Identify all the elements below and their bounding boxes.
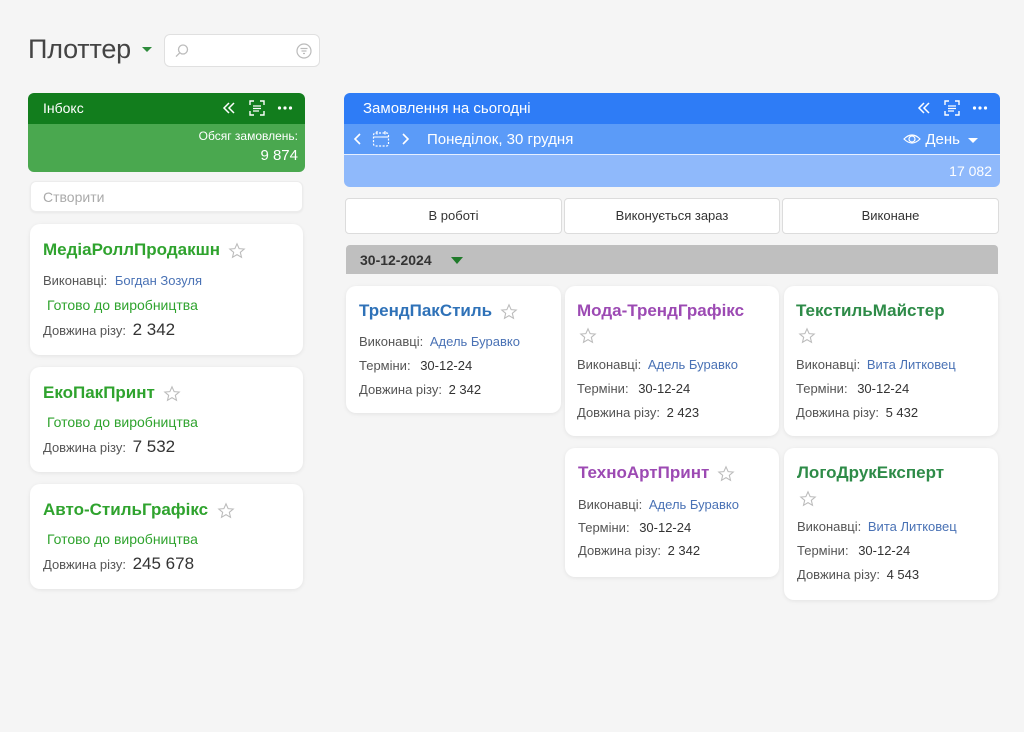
tab-in-progress[interactable]: В роботі [345,198,562,234]
card-title: ЛогоДрукЕксперт [797,463,945,482]
chevron-down-icon[interactable] [451,257,463,264]
date-group-header[interactable]: 30-12-2024 [346,245,998,274]
orders-total: 17 082 [949,163,992,179]
terms-value: 30-12-24 [638,381,691,396]
length-value: 2 342 [132,320,176,339]
star-icon[interactable] [798,327,816,345]
star-icon[interactable] [217,502,235,520]
star-icon[interactable] [799,490,817,508]
length-value: 5 432 [885,405,919,420]
filter-icon[interactable] [296,43,312,59]
inbox-card[interactable]: Авто-СтильГрафікс Готово до виробництва … [30,484,303,589]
card-title: Авто-СтильГрафікс [43,500,209,519]
executors-label: Виконавці: [577,357,642,372]
order-card[interactable]: ТекстильМайстер Виконавці: Вита Литковец… [784,286,998,436]
executor-name[interactable]: Адель Буравко [648,357,738,372]
view-mode-caret-icon[interactable] [968,138,978,143]
search-input[interactable] [195,41,295,61]
volume-value: 9 874 [260,147,298,164]
tab-completed[interactable]: Виконане [782,198,999,234]
length-value: 2 423 [666,405,700,420]
calendar-icon[interactable] [372,130,390,148]
scan-icon[interactable] [944,100,960,116]
create-button-label: Створити [43,189,105,205]
inbox-card[interactable]: ЕкоПакПринт Готово до виробництва Довжин… [30,367,303,472]
terms-label: Терміни: [797,543,849,558]
inbox-title: Інбокс [43,100,84,116]
card-title: ТрендПакСтиль [359,301,493,320]
collapse-icon[interactable] [916,100,932,116]
current-date: Понеділок, 30 грудня [427,131,574,148]
length-label: Довжина різу: [43,323,126,338]
order-card[interactable]: Мода-ТрендГрафікс Виконавці: Адель Бурав… [565,286,779,436]
length-value: 245 678 [132,554,195,573]
tab-executing-now[interactable]: Виконується зараз [564,198,780,234]
order-card[interactable]: ТехноАртПринт Виконавці: Адель Буравко Т… [565,448,779,577]
executor-name[interactable]: Богдан Зозуля [115,273,202,288]
terms-label: Терміни: [578,520,630,535]
card-title: МедіаРоллПродакшн [43,240,221,259]
view-eye-icon[interactable] [902,131,922,147]
executors-label: Виконавці: [796,357,861,372]
length-value: 2 342 [448,382,482,397]
terms-label: Терміни: [359,358,411,373]
executor-name[interactable]: Вита Литковец [867,357,956,372]
terms-label: Терміни: [796,381,848,396]
orders-header: Замовлення на сьогодні Понеділок, 30 гру… [344,93,1000,187]
group-date: 30-12-2024 [360,252,432,268]
executors-label: Виконавці: [43,273,108,288]
executor-name[interactable]: Вита Литковец [868,519,957,534]
status-text: Готово до виробництва [47,414,198,430]
card-title: ТехноАртПринт [578,463,710,482]
star-icon[interactable] [163,385,181,403]
prev-day-icon[interactable] [353,133,363,145]
collapse-icon[interactable] [221,100,237,116]
view-mode-select[interactable]: День [925,131,960,148]
order-card[interactable]: ЛогоДрукЕксперт Виконавці: Вита Литковец… [784,448,998,600]
length-label: Довжина різу: [577,405,660,420]
terms-value: 30-12-24 [420,358,473,373]
star-icon[interactable] [579,327,597,345]
length-value: 2 342 [667,543,701,558]
executor-name[interactable]: Адель Буравко [430,334,520,349]
length-label: Довжина різу: [796,405,879,420]
search-icon [175,44,189,58]
length-value: 4 543 [886,567,920,582]
inbox-header: Інбокс Обсяг замовлень: 9 874 [28,93,305,172]
star-icon[interactable] [500,303,518,321]
more-icon[interactable] [277,100,293,116]
length-label: Довжина різу: [578,543,661,558]
more-icon[interactable] [972,100,988,116]
executors-label: Виконавці: [797,519,862,534]
status-text: Готово до виробництва [47,297,198,313]
terms-value: 30-12-24 [858,543,911,558]
length-label: Довжина різу: [43,440,126,455]
length-label: Довжина різу: [797,567,880,582]
card-title: ЕкоПакПринт [43,383,155,402]
length-value: 7 532 [132,437,176,456]
search-box[interactable] [164,34,320,67]
title-dropdown-caret-icon[interactable] [142,47,152,52]
length-label: Довжина різу: [359,382,442,397]
executors-label: Виконавці: [578,497,643,512]
card-title: ТекстильМайстер [796,301,945,320]
length-label: Довжина різу: [43,557,126,572]
terms-label: Терміни: [577,381,629,396]
status-text: Готово до виробництва [47,531,198,547]
next-day-icon[interactable] [400,133,410,145]
inbox-card[interactable]: МедіаРоллПродакшн Виконавці: Богдан Зозу… [30,224,303,355]
volume-label: Обсяг замовлень: [198,129,298,143]
star-icon[interactable] [228,242,247,260]
scan-icon[interactable] [249,100,265,116]
order-card[interactable]: ТрендПакСтиль Виконавці: Адель Буравко Т… [346,286,561,413]
card-title: Мода-ТрендГрафікс [577,301,745,320]
star-icon[interactable] [717,465,735,483]
create-button[interactable]: Створити [30,181,303,212]
executor-name[interactable]: Адель Буравко [649,497,739,512]
orders-title: Замовлення на сьогодні [363,100,531,117]
terms-value: 30-12-24 [639,520,692,535]
page-title: Плоттер [28,34,131,64]
terms-value: 30-12-24 [857,381,910,396]
executors-label: Виконавці: [359,334,424,349]
